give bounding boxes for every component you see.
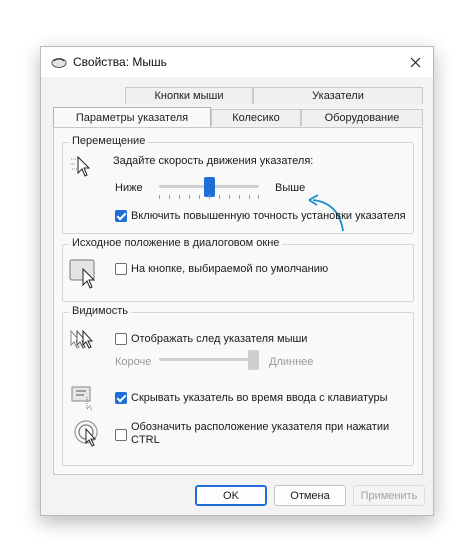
window-title: Свойства: Мышь — [73, 55, 167, 69]
speed-tick — [219, 195, 220, 199]
show-location-ctrl-checkbox[interactable] — [115, 429, 127, 441]
tab-label: Кнопки мыши — [154, 90, 224, 102]
hide-pointer-label: Скрывать указатель во время ввода с клав… — [131, 392, 388, 404]
speed-tick — [209, 195, 210, 199]
hide-pointer-checkbox[interactable] — [115, 392, 127, 404]
trails-track — [159, 358, 259, 361]
speed-label: Задайте скорость движения указателя: — [113, 155, 314, 167]
close-icon — [410, 57, 420, 67]
motion-group-title: Перемещение — [69, 135, 149, 147]
tab-label: Указатели — [312, 90, 364, 102]
pointer-speed-icon — [70, 155, 91, 177]
tab-pointer-options[interactable]: Параметры указателя — [53, 107, 211, 127]
speed-tick — [189, 195, 190, 199]
snap-to-group: Исходное положение в диалоговом окне На … — [62, 237, 414, 302]
speed-tick — [159, 195, 160, 199]
speed-slow-label: Ниже — [115, 182, 143, 194]
speed-tick — [229, 195, 230, 199]
speed-thumb[interactable] — [204, 177, 215, 197]
show-location-icon — [74, 420, 98, 447]
snap-to-default-checkbox[interactable] — [115, 263, 127, 275]
enhance-precision-checkbox[interactable] — [115, 210, 127, 222]
tab-wheel[interactable]: Колесико — [211, 109, 301, 126]
show-location-label-line1: Обозначить расположение указателя при на… — [131, 421, 390, 433]
tab-mouse-buttons[interactable]: Кнопки мыши — [125, 87, 253, 104]
pointer-trails-slider[interactable] — [159, 350, 259, 374]
tab-label: Колесико — [232, 112, 280, 124]
speed-tick — [179, 195, 180, 199]
trails-short-label: Короче — [115, 356, 152, 368]
close-button[interactable] — [403, 51, 427, 73]
trails-long-label: Длиннее — [269, 356, 314, 368]
speed-tick — [169, 195, 170, 199]
tab-hardware[interactable]: Оборудование — [301, 109, 423, 126]
cancel-button[interactable]: Отмена — [274, 485, 346, 506]
mouse-icon — [51, 58, 67, 68]
speed-fast-label: Выше — [275, 182, 306, 194]
speed-tick — [199, 195, 200, 199]
speed-tick — [258, 195, 259, 199]
motion-group: Перемещение Задайте скорость движения ук… — [62, 135, 414, 234]
pointer-trails-label: Отображать след указателя мыши — [131, 333, 308, 345]
tab-label: Параметры указателя — [75, 111, 189, 124]
tab-panel: Перемещение Задайте скорость движения ук… — [53, 127, 423, 475]
snap-to-default-label: На кнопке, выбираемой по умолчанию — [131, 263, 329, 275]
snap-to-icon — [69, 259, 96, 289]
snap-group-title: Исходное положение в диалоговом окне — [69, 237, 283, 249]
show-location-label-line2: CTRL — [131, 434, 160, 446]
enhance-precision-label: Включить повышенную точность установки у… — [131, 210, 406, 222]
trails-thumb[interactable] — [248, 350, 259, 370]
pointer-trails-icon — [70, 329, 94, 349]
pointer-trails-checkbox[interactable] — [115, 333, 127, 345]
hide-pointer-icon — [71, 386, 93, 412]
tab-pointers[interactable]: Указатели — [253, 87, 423, 104]
apply-button[interactable]: Применить — [353, 485, 425, 506]
speed-tick — [249, 195, 250, 199]
mouse-properties-dialog: Свойства: Мышь Кнопки мыши Указатели Пар… — [40, 46, 434, 516]
pointer-speed-slider[interactable] — [159, 177, 259, 201]
visibility-group-title: Видимость — [69, 305, 131, 317]
speed-tick — [239, 195, 240, 199]
ok-button[interactable]: OK — [195, 485, 267, 506]
tab-label: Оборудование — [324, 112, 400, 124]
title-bar: Свойства: Мышь — [41, 47, 433, 77]
visibility-group: Видимость Отображать след указателя мыши… — [62, 305, 414, 466]
